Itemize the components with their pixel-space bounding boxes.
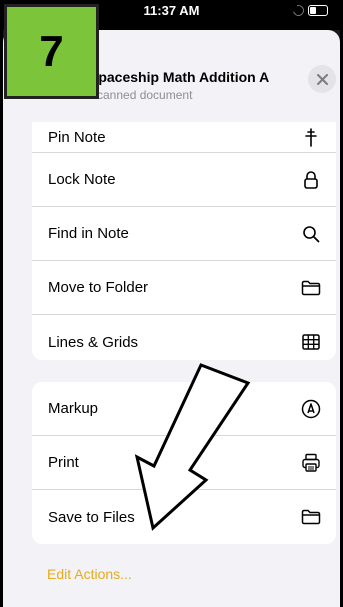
menu-group-primary: Pin Note Lock Note Find in Note Move to … [32,122,336,360]
menu-item-label: Print [48,454,79,471]
menu-item-find-in-note[interactable]: Find in Note [32,207,336,261]
menu-item-pin-note[interactable]: Pin Note [32,122,336,153]
close-button[interactable] [308,65,336,93]
phone-screen: 11:37 AM Spaceship Math Addition A Scann… [0,0,343,607]
menu-item-label: Find in Note [48,225,129,242]
menu-item-label: Lock Note [48,171,116,188]
menu-item-label: Save to Files [48,508,135,526]
grid-icon [300,331,322,353]
close-icon [316,73,328,85]
note-title: Spaceship Math Addition A [89,69,270,85]
note-subtitle: Scanned document [89,88,193,102]
step-number-badge: 7 [4,4,99,99]
menu-item-label: Pin Note [48,128,106,146]
menu-item-label: Markup [48,400,99,417]
search-icon [300,223,322,245]
menu-item-markup[interactable]: Markup [32,382,336,436]
menu-item-lock-note[interactable]: Lock Note [32,153,336,207]
printer-icon [300,452,322,474]
status-icons [290,2,328,19]
markup-icon [300,398,322,420]
pin-icon [300,126,322,148]
menu-item-move-to-folder[interactable]: Move to Folder [32,261,336,315]
share-sheet: Spaceship Math Addition A Scanned docume… [3,30,340,607]
edit-actions-link[interactable]: Edit Actions... [47,566,132,582]
menu-item-label: Lines & Grids [48,333,139,351]
menu-item-print[interactable]: Print [32,436,336,490]
menu-item-label: Move to Folder [48,279,149,296]
menu-group-secondary: Markup Print Save to Files [32,382,336,544]
menu-item-save-to-files[interactable]: Save to Files [32,490,336,544]
lock-icon [300,169,322,191]
battery-icon [308,5,328,16]
folder-icon [300,277,322,299]
moon-icon [290,2,307,19]
folder-icon [300,506,322,528]
menu-item-lines-grids[interactable]: Lines & Grids [32,315,336,360]
